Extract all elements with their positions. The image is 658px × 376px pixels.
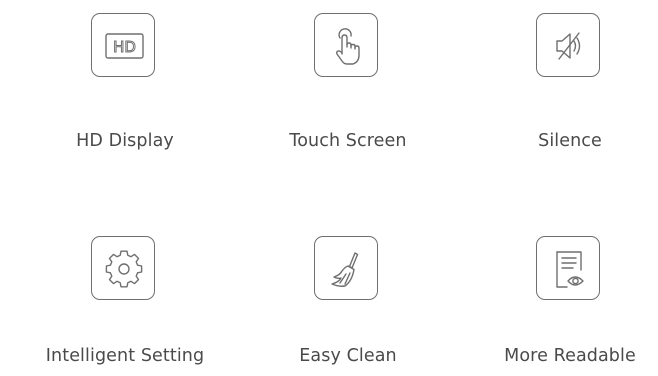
feature-hd-display: HD HD Display: [15, 13, 235, 153]
feature-label: Easy Clean: [299, 346, 397, 366]
gear-icon: [105, 250, 143, 288]
touch-hand-icon: [335, 28, 360, 65]
feature-label: More Readable: [504, 346, 636, 366]
intelligent-setting-tile: [91, 236, 155, 300]
feature-label: Touch Screen: [289, 131, 407, 151]
feature-easy-clean: Easy Clean: [238, 236, 458, 376]
hd-badge-text: HD: [113, 38, 136, 56]
easy-clean-tile: [314, 236, 378, 300]
hd-icon: HD: [105, 33, 144, 59]
feature-more-readable: More Readable: [460, 236, 658, 376]
touch-screen-tile: [314, 13, 378, 77]
silence-tile: [536, 13, 600, 77]
feature-label: HD Display: [76, 131, 174, 151]
document-eye-icon: [556, 251, 584, 288]
feature-intelligent-setting: Intelligent Setting: [15, 236, 235, 376]
feature-label: Silence: [538, 131, 602, 151]
broom-icon: [331, 252, 359, 287]
feature-touch-screen: Touch Screen: [238, 13, 458, 153]
hd-display-tile: HD: [91, 13, 155, 77]
more-readable-tile: [536, 236, 600, 300]
feature-label: Intelligent Setting: [45, 346, 205, 366]
feature-silence: Silence: [460, 13, 658, 153]
mute-speaker-icon: [556, 32, 581, 60]
